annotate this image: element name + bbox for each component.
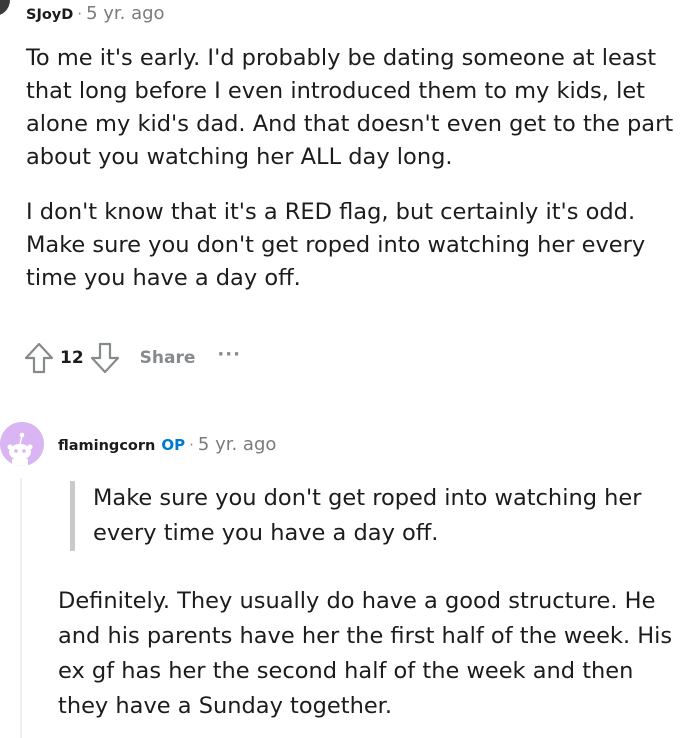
author-name[interactable]: SJoyD [26, 7, 73, 23]
user-avatar[interactable] [0, 422, 44, 466]
downvote-button[interactable] [88, 340, 122, 376]
comment-meta: SJoyD · 5 yr. ago [26, 4, 165, 25]
snoo-avatar-icon [0, 422, 44, 466]
user-avatar[interactable] [0, 0, 10, 16]
upvote-arrow-icon [24, 342, 54, 374]
vote-score: 12 [60, 348, 84, 368]
meta-separator: · [77, 5, 83, 23]
comment-body: Definitely. They usually do have a good … [58, 588, 673, 719]
comment-meta: flamingcorn OP · 5 yr. ago [58, 434, 276, 457]
thread-line[interactable] [20, 478, 22, 738]
share-button[interactable]: Share [140, 348, 196, 368]
downvote-arrow-icon [90, 342, 119, 374]
upvote-button[interactable] [22, 340, 56, 376]
comment-age[interactable]: 5 yr. ago [198, 434, 277, 455]
op-badge: OP [161, 436, 186, 454]
comment-paragraph: To me it's early. I'd probably be dating… [26, 45, 674, 170]
comment-paragraph: I don't know that it's a RED flag, but c… [26, 199, 646, 291]
blockquote: Make sure you don't get roped into watch… [70, 481, 680, 551]
more-options-icon[interactable]: ··· [217, 344, 241, 365]
comment-actions: 12 Share ··· [22, 340, 241, 376]
comment-age[interactable]: 5 yr. ago [86, 3, 165, 24]
meta-separator: · [189, 436, 194, 454]
comment-body: To me it's early. I'd probably be dating… [26, 42, 686, 317]
author-name[interactable]: flamingcorn [58, 438, 155, 454]
